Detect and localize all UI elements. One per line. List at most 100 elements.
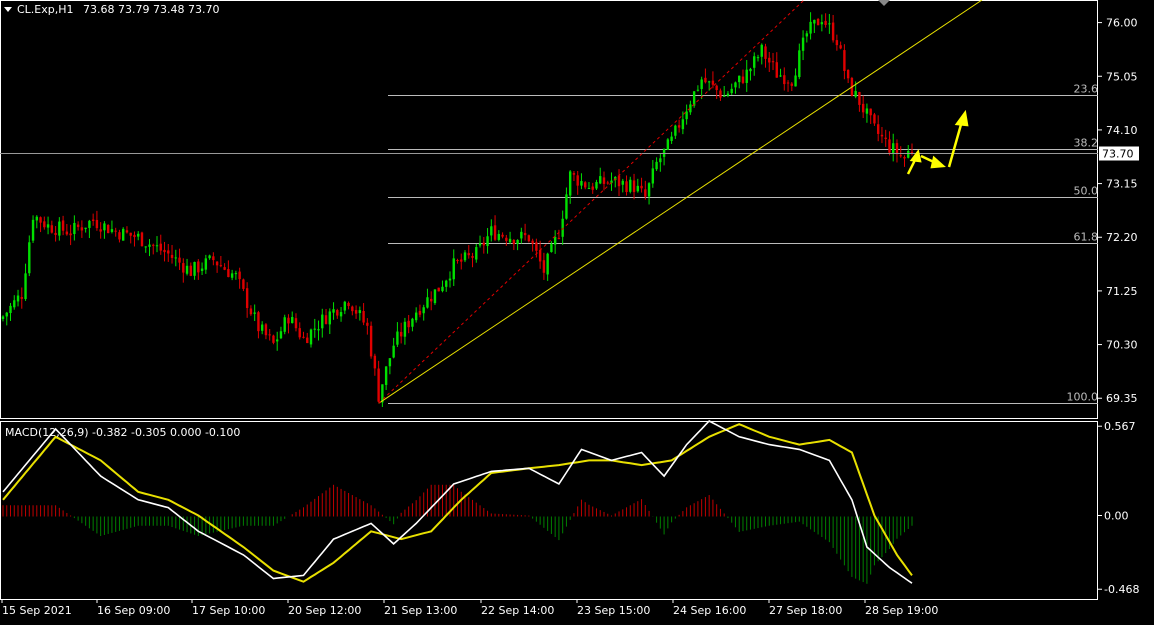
- candle-body: [486, 236, 489, 247]
- candle-body: [899, 155, 902, 157]
- candle-body: [5, 312, 8, 317]
- candle-body: [65, 231, 69, 235]
- candle-body: [629, 179, 632, 192]
- date-tick-label: 17 Sep 10:00: [192, 604, 265, 617]
- candle-body: [358, 310, 362, 314]
- price-tick-label: 69.35: [1106, 392, 1138, 405]
- candle-body: [328, 311, 331, 325]
- candle-body: [39, 217, 42, 223]
- macd-label: MACD(12,26,9) -0.382 -0.305 0.000 -0.100: [5, 426, 241, 439]
- candle-body: [204, 258, 208, 270]
- candle-body: [553, 236, 557, 245]
- candle-body: [174, 257, 177, 259]
- candle-body: [223, 267, 226, 270]
- candle-body: [876, 124, 880, 134]
- candle-body: [745, 69, 748, 83]
- candle-body: [73, 222, 76, 235]
- candle-body: [756, 57, 760, 59]
- candle-body: [219, 265, 223, 267]
- candle-body: [437, 287, 440, 292]
- candle-body: [16, 295, 20, 302]
- candle-body: [118, 232, 121, 240]
- fib-label-23.6: 23.6: [1074, 83, 1099, 96]
- candle-body: [35, 216, 39, 221]
- candle-body: [816, 19, 820, 26]
- candle-body: [760, 44, 763, 57]
- candle-body: [801, 37, 805, 51]
- candle-body: [456, 260, 459, 262]
- candle-body: [606, 182, 609, 184]
- candle-body: [426, 297, 429, 308]
- candle-body: [215, 261, 219, 266]
- candle-body: [317, 329, 320, 331]
- candle-body: [599, 176, 602, 184]
- candle-body: [512, 239, 516, 245]
- candle-body: [407, 320, 410, 328]
- candle-body: [91, 219, 95, 221]
- candle-body: [238, 271, 241, 280]
- candle-body: [336, 310, 339, 316]
- candle-body: [129, 232, 132, 236]
- candle-body: [137, 233, 140, 237]
- candle-body: [895, 143, 899, 155]
- candle-body: [69, 233, 72, 236]
- candle-body: [140, 232, 144, 247]
- candle-body: [775, 62, 778, 78]
- candle-body: [568, 171, 572, 196]
- candle-body: [854, 90, 857, 97]
- candle-body: [50, 225, 54, 233]
- candle-body: [659, 158, 662, 163]
- candle-body: [313, 328, 316, 330]
- candle-body: [422, 307, 425, 314]
- candle-body: [245, 288, 249, 308]
- candle-body: [133, 234, 136, 238]
- candle-body: [846, 69, 850, 79]
- candle-body: [309, 329, 313, 345]
- price-tick-label: 72.20: [1106, 231, 1138, 244]
- candle-body: [369, 325, 373, 357]
- candle-body: [584, 182, 587, 188]
- candle-body: [260, 324, 264, 331]
- candle-body: [711, 80, 715, 85]
- candle-body: [448, 278, 452, 281]
- candle-body: [813, 19, 816, 24]
- candle-body: [546, 253, 549, 275]
- candle-body: [463, 252, 467, 261]
- candle-body: [189, 265, 193, 276]
- candle-body: [445, 280, 448, 287]
- candle-body: [550, 243, 553, 253]
- candle-body: [591, 186, 594, 190]
- candle-body: [647, 183, 651, 197]
- candle-body: [163, 249, 166, 253]
- candle-body: [738, 75, 741, 83]
- candle-body: [467, 253, 470, 256]
- candle-body: [880, 134, 884, 137]
- macd-tick-label: -0.468: [1104, 583, 1139, 596]
- candle-body: [843, 50, 846, 71]
- candle-body: [907, 151, 910, 158]
- candle-body: [651, 168, 655, 184]
- candle-body: [779, 75, 782, 77]
- candle-body: [700, 79, 703, 89]
- candle-body: [272, 335, 275, 343]
- candle-body: [798, 50, 801, 78]
- chart-root: 0.023.638.250.061.8100.0 76.0075.0574.10…: [0, 0, 1154, 621]
- candle-body: [644, 189, 647, 197]
- price-tick-label: 71.25: [1106, 285, 1138, 298]
- candle-body: [768, 57, 771, 63]
- candle-body: [106, 224, 110, 234]
- candle-body: [28, 242, 31, 274]
- candle-body: [253, 312, 256, 314]
- candle-body: [362, 310, 365, 323]
- candle-body: [707, 81, 711, 83]
- candle-body: [824, 20, 827, 25]
- fib-label-61.8: 61.8: [1074, 231, 1099, 244]
- symbol-menu-arrow-icon[interactable]: [2, 3, 14, 15]
- candle-body: [144, 246, 147, 248]
- candle-body: [576, 175, 579, 186]
- candle-body: [343, 301, 347, 311]
- candle-body: [719, 90, 722, 98]
- candle-body: [869, 108, 872, 116]
- candle-body: [197, 261, 200, 273]
- candle-body: [764, 46, 767, 59]
